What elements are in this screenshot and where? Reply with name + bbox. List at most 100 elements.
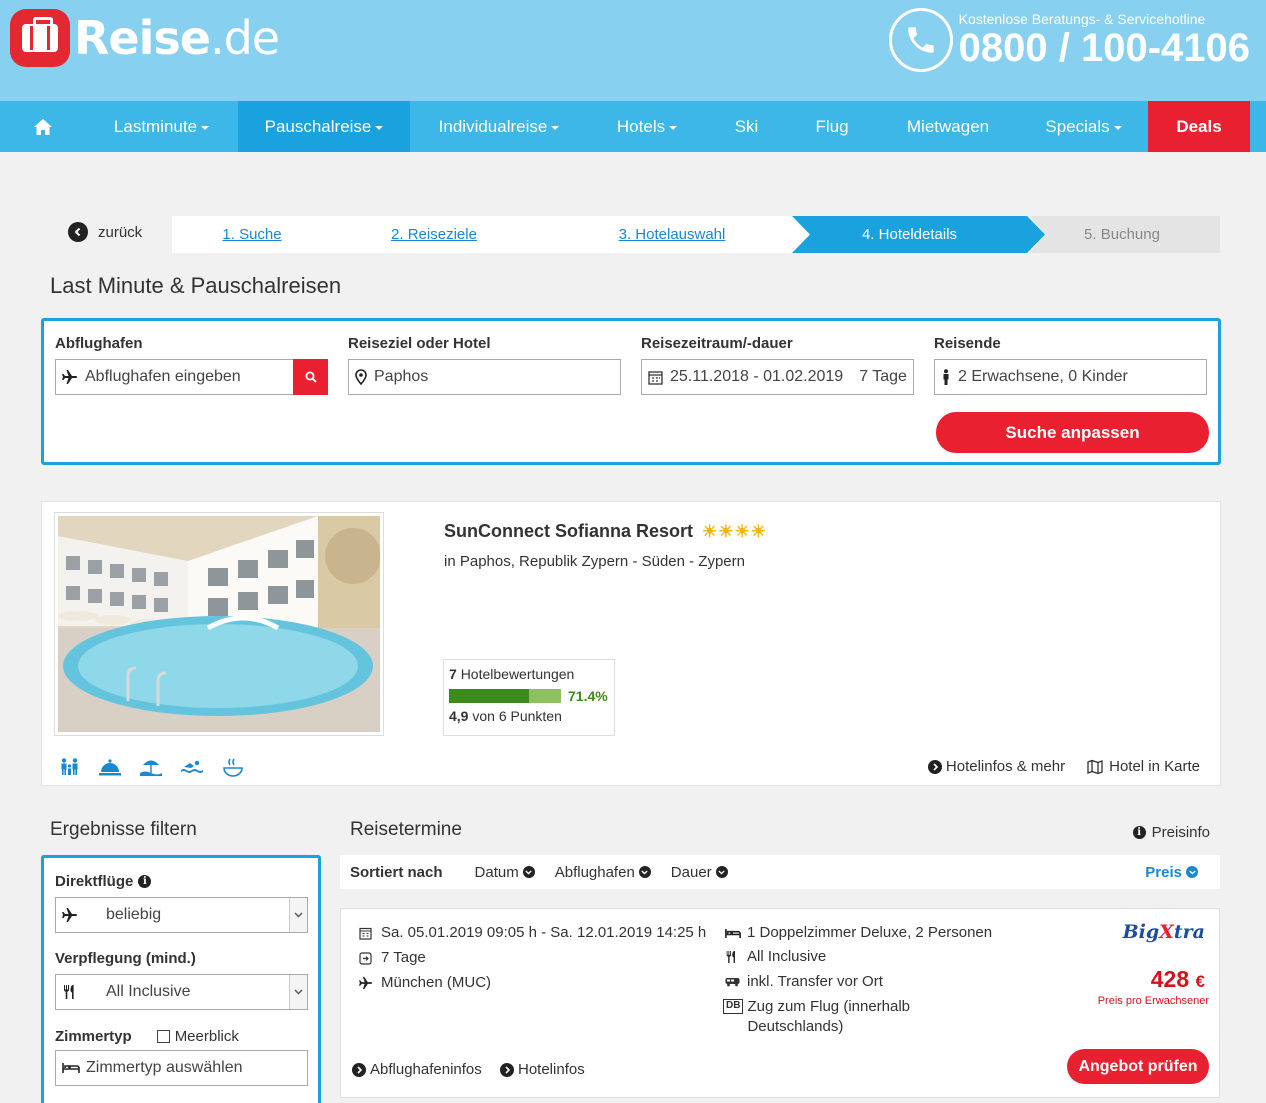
home-nav-button[interactable]	[0, 101, 85, 152]
offer-airport: München (MUC)	[359, 973, 491, 993]
offer-transfer: inkl. Transfer vor Ort	[725, 972, 883, 992]
hotel-links: Hotelinfos & mehr Hotel in Karte	[927, 758, 1200, 775]
offer-dates: Sa. 05.01.2019 09:05 h - Sa. 12.01.2019 …	[359, 923, 706, 943]
seaview-label: Meerblick	[174, 1028, 239, 1045]
recommendation-bar-fill	[449, 689, 529, 703]
step-suche[interactable]: 1. Suche	[192, 216, 312, 253]
hotel-pool-image	[58, 516, 380, 732]
page-title: Last Minute & Pauschalreisen	[50, 273, 342, 298]
search-button[interactable]	[293, 359, 328, 395]
offer-room: 1 Doppelzimmer Deluxe, 2 Personen	[725, 923, 992, 943]
bed-icon	[62, 1062, 80, 1074]
offer-price: 428 €	[1150, 966, 1205, 992]
logo[interactable]: Reise.de	[10, 9, 280, 67]
service-bell-icon	[99, 759, 121, 776]
filter-title: Ergebnisse filtern	[50, 819, 197, 840]
info-icon: i	[1132, 826, 1146, 839]
suitcase-icon	[10, 9, 70, 67]
travellers-field: Reisende 2 Erwachsene, 0 Kinder	[934, 335, 1207, 395]
offer-card: Sa. 05.01.2019 09:05 h - Sa. 12.01.2019 …	[340, 908, 1220, 1098]
room-type-input[interactable]: Zimmertyp auswählen	[55, 1050, 308, 1086]
wellness-icon	[223, 758, 243, 777]
nav-item-pauschalreise[interactable]: Pauschalreise	[238, 101, 410, 152]
room-type-label: Zimmertyp Meerblick	[55, 1028, 239, 1045]
step-buchung: 5. Buchung	[1084, 226, 1160, 243]
sort-by-price[interactable]: Preis	[1145, 864, 1198, 881]
hotel-info-link[interactable]: Hotelinfos & mehr	[927, 758, 1065, 775]
sort-bar: Sortiert nach Datum Abflughafen Dauer Pr…	[340, 855, 1220, 889]
hotel-card: SunConnect Sofianna Resort ☀☀☀☀ in Papho…	[41, 501, 1221, 786]
recommendation-bar: 71.4%	[449, 688, 609, 704]
hotline-number[interactable]: 0800 / 100-4106	[959, 27, 1250, 69]
nav-item-lastminute[interactable]: Lastminute	[85, 101, 238, 152]
bus-icon	[725, 972, 747, 992]
sort-by-airport[interactable]: Abflughafen	[555, 864, 651, 881]
cutlery-icon	[56, 984, 106, 1000]
hotline-label: Kostenlose Beratungs- & Servicehotline	[958, 11, 1206, 27]
check-offer-button[interactable]: Angebot prüfen	[1067, 1049, 1209, 1084]
nav-item-deals[interactable]: Deals	[1148, 101, 1250, 152]
amenity-icons	[60, 758, 244, 778]
home-icon	[33, 118, 52, 135]
board-label: Verpflegung (mind.)	[55, 950, 196, 967]
offer-train: DB Zug zum Flug (innerhalb Deutschlands)	[723, 997, 910, 1037]
calendar-icon	[648, 370, 663, 385]
hotline[interactable]: Kostenlose Beratungs- & Servicehotline 0…	[888, 8, 1250, 72]
duration-icon	[359, 948, 381, 968]
family-icon	[61, 758, 78, 775]
step-reiseziele[interactable]: 2. Reiseziele	[372, 216, 496, 253]
sort-by-duration[interactable]: Dauer	[671, 864, 728, 881]
hotel-stars: ☀☀☀☀	[702, 521, 767, 541]
direct-flights-select[interactable]: beliebig	[55, 897, 308, 933]
nav-item-flug[interactable]: Flug	[787, 101, 877, 152]
rating-box[interactable]: 7 Hotelbewertungen 71.4% 4,9 von 6 Punkt…	[443, 659, 615, 736]
price-note: Preis pro Erwachsener	[1097, 995, 1209, 1007]
hotel-photo[interactable]	[54, 512, 384, 736]
db-logo: DB	[723, 999, 744, 1014]
sort-by-date[interactable]: Datum	[475, 864, 535, 881]
nav-item-mietwagen[interactable]: Mietwagen	[877, 101, 1019, 152]
filter-panel: Direktflüge i beliebig Verpflegung (mind…	[41, 855, 321, 1103]
caret-down-icon	[551, 126, 560, 130]
tour-operator-logo: BigXtra	[1122, 921, 1205, 943]
caret-down-icon	[1113, 126, 1122, 130]
departure-input[interactable]: Abflughafen eingeben	[55, 359, 328, 395]
hotel-info-link-offer[interactable]: Hotelinfos	[500, 1061, 585, 1078]
hotel-location: in Paphos, Republik Zypern - Süden - Zyp…	[444, 553, 745, 570]
nav-item-individualreise[interactable]: Individualreise	[410, 101, 588, 152]
person-icon	[941, 369, 951, 385]
chevron-down-icon	[715, 866, 728, 878]
airport-info-link[interactable]: Abflughafeninfos	[352, 1061, 482, 1078]
chevron-down-icon	[638, 866, 651, 878]
nav-item-hotels[interactable]: Hotels	[588, 101, 706, 152]
caret-down-icon	[375, 126, 384, 130]
caret-down-icon	[201, 126, 210, 130]
chevron-down-icon	[289, 975, 307, 1009]
chevron-down-icon	[1186, 866, 1198, 878]
destination-input[interactable]: Paphos	[348, 359, 621, 395]
phone-icon	[888, 8, 953, 72]
plane-icon	[62, 369, 78, 385]
step-hotelauswahl[interactable]: 3. Hotelauswahl	[592, 216, 752, 253]
adjust-search-button[interactable]: Suche anpassen	[936, 412, 1209, 453]
nav-item-specials[interactable]: Specials	[1019, 101, 1148, 152]
departure-field: Abflughafen Abflughafen eingeben	[55, 335, 328, 395]
travellers-input[interactable]: 2 Erwachsene, 0 Kinder	[934, 359, 1207, 395]
arrow-right-icon	[352, 1062, 366, 1077]
cutlery-icon	[725, 947, 747, 967]
info-icon[interactable]: i	[138, 875, 152, 888]
back-link[interactable]: zurück	[68, 222, 142, 242]
seaview-checkbox[interactable]	[156, 1030, 170, 1043]
direct-flights-label: Direktflüge i	[55, 873, 157, 890]
board-select[interactable]: All Inclusive	[55, 974, 308, 1010]
period-input[interactable]: 25.11.2018 - 01.02.2019 7 Tage	[641, 359, 914, 395]
price-info-link[interactable]: i Preisinfo	[1132, 824, 1210, 841]
results-title: Reisetermine	[350, 819, 462, 840]
recommendation-percent: 71.4%	[568, 688, 608, 704]
calendar-icon	[359, 923, 381, 943]
nav-item-ski[interactable]: Ski	[706, 101, 787, 152]
chevron-down-icon	[289, 898, 307, 932]
destination-field: Reiseziel oder Hotel Paphos	[348, 335, 621, 395]
chevron-down-icon	[522, 866, 535, 878]
hotel-map-link[interactable]: Hotel in Karte	[1087, 758, 1200, 775]
